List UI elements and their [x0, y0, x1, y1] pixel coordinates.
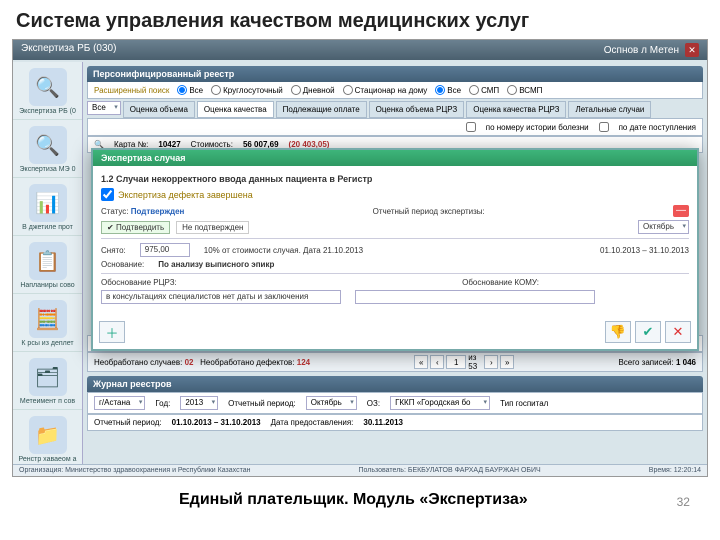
confirm-button[interactable]: ✔ Подтвердить — [101, 221, 170, 234]
statusbar: Организация: Министерство здравоохранени… — [13, 464, 707, 476]
pager-prev[interactable]: ‹ — [430, 355, 444, 369]
pager: Необработано случаев: 02 Необработано де… — [87, 352, 703, 372]
calculator-icon: 🧮 — [29, 300, 67, 338]
tab[interactable]: Подлежащие оплате — [276, 101, 367, 118]
folder-icon: 📁 — [29, 416, 67, 454]
pager-buttons: « ‹ 1 из 53 › » — [414, 355, 514, 369]
complete-checkbox[interactable] — [101, 188, 114, 201]
cancel-button[interactable]: ✕ — [665, 321, 691, 343]
page-number: 32 — [677, 495, 690, 509]
chk-date[interactable] — [599, 122, 609, 132]
chart-icon: 📊 — [29, 184, 67, 222]
section-title: 1.2 Случаи некорректного ввода данных па… — [101, 174, 689, 184]
sidebar-item[interactable]: 📁Ренстр хаваеом а — [13, 410, 82, 468]
justification-input2[interactable] — [355, 290, 595, 304]
radio-vsmp[interactable]: ВСМП — [507, 85, 542, 95]
sidebar-item[interactable]: 📋Напланиры сово — [13, 236, 82, 294]
justification-input[interactable]: в консультациях специалистов нет даты и … — [101, 290, 341, 304]
pager-last[interactable]: » — [500, 355, 514, 369]
radio-all[interactable]: Все — [177, 85, 203, 95]
status-value: Подтвержден — [131, 207, 185, 216]
window-user: Оспнов л Метен — [604, 45, 679, 56]
sidebar: 🔍Экспертиза РБ (0 🔍Экспертиза МЭ 0 📊В дж… — [13, 62, 83, 476]
registry-header: Персонифицированный реестр — [87, 66, 703, 82]
year-select[interactable]: 2013 — [180, 396, 218, 410]
titlebar: Экспертиза РБ (030) Оспнов л Метен ✕ — [13, 40, 707, 60]
radio-home[interactable]: Стационар на дому — [343, 85, 428, 95]
org-select[interactable]: ГККП «Городская бо — [390, 396, 490, 410]
noconfirm-button[interactable]: Не подтвержден — [176, 221, 249, 234]
secondary-filter: по номеру истории болезни по дате поступ… — [87, 118, 703, 136]
tabs: Все Оценка объема Оценка качества Подлеж… — [87, 101, 703, 118]
add-button[interactable]: ＋ — [99, 321, 125, 343]
sel-all[interactable]: Все — [87, 101, 121, 115]
tab[interactable]: Оценка объема РЦРЗ — [369, 101, 465, 118]
thumb-button[interactable]: 👎 — [605, 321, 631, 343]
journal-filter: г/Астана Год:2013 Отчетный период:Октябр… — [87, 392, 703, 414]
complete-indicator: Экспертиза дефекта завершена — [101, 188, 689, 201]
tab[interactable]: Оценка объема — [123, 101, 195, 118]
close-icon[interactable]: ✕ — [685, 43, 699, 57]
app-window: Экспертиза РБ (030) Оспнов л Метен ✕ 🔍Эк… — [12, 39, 708, 477]
radio-all2[interactable]: Все — [435, 85, 461, 95]
cabinet-icon: 🗂 — [29, 358, 67, 396]
modal-header: Экспертиза случая — [93, 150, 697, 166]
sidebar-item[interactable]: 🗂Метеимент п сов — [13, 352, 82, 410]
radio-smp[interactable]: СМП — [469, 85, 499, 95]
sidebar-item[interactable]: 🔍Экспертиза РБ (0 — [13, 62, 82, 120]
slide-title: Система управления качеством медицинских… — [0, 0, 720, 39]
amount-input[interactable]: 975,00 — [140, 243, 190, 257]
tab[interactable]: Оценка качества РЦРЗ — [466, 101, 566, 118]
tab[interactable]: Летальные случаи — [568, 101, 651, 118]
clipboard-icon: 📋 — [29, 242, 67, 280]
case-expertise-modal: Экспертиза случая 1.2 Случаи некорректно… — [91, 148, 699, 351]
delete-button[interactable]: — — [673, 205, 689, 217]
sidebar-item[interactable]: 📊В джетиле прот — [13, 178, 82, 236]
pager-page[interactable]: 1 — [446, 355, 466, 369]
sidebar-item[interactable]: 🔍Экспертиза МЭ 0 — [13, 120, 82, 178]
filter-row: Расширенный поиск Все Круглосуточный Дне… — [87, 82, 703, 99]
period-select[interactable]: Октябрь — [306, 396, 357, 410]
journal-filter2: Отчетный период:01.10.2013 – 31.10.2013 … — [87, 414, 703, 431]
window-title: Экспертиза РБ (030) — [21, 43, 116, 57]
city-select[interactable]: г/Астана — [94, 396, 145, 410]
journal-header: Журнал реестров — [87, 376, 703, 392]
sidebar-item[interactable]: 🧮К рсы из деплет — [13, 294, 82, 352]
chk-history[interactable] — [466, 122, 476, 132]
period-select[interactable]: Октябрь — [638, 220, 689, 234]
adv-search-link[interactable]: Расширенный поиск — [94, 86, 169, 95]
ok-button[interactable]: ✔ — [635, 321, 661, 343]
slide-footer: Единый плательщик. Модуль «Экспертиза» 3… — [0, 477, 720, 513]
magnifier-icon: 🔍 — [29, 68, 67, 106]
pager-next[interactable]: › — [484, 355, 498, 369]
radio-247[interactable]: Круглосуточный — [211, 85, 283, 95]
tab[interactable]: Оценка качества — [197, 101, 274, 118]
magnifier-icon: 🔍 — [29, 126, 67, 164]
pager-first[interactable]: « — [414, 355, 428, 369]
radio-day[interactable]: Дневной — [291, 85, 335, 95]
modal-buttonbar: ＋ 👎 ✔ ✕ — [93, 315, 697, 349]
footer-title: Единый плательщик. Модуль «Экспертиза» — [179, 491, 528, 509]
